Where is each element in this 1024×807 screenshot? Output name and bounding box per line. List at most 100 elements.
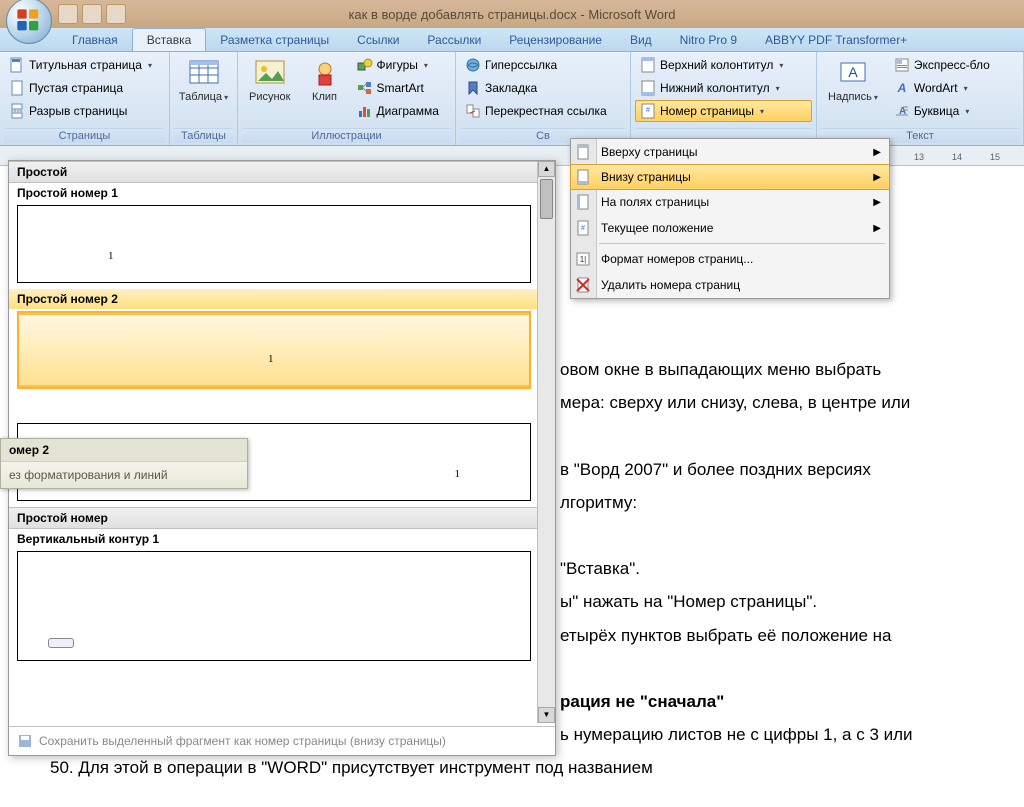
clip-icon <box>309 57 341 89</box>
group-text: AНадпись▾ Экспресс-бло AWordArt▾ AБуквиц… <box>817 52 1024 145</box>
qat-redo-icon[interactable] <box>106 4 126 24</box>
menu-remove-numbers[interactable]: Удалить номера страниц <box>571 272 889 298</box>
menu-current-position[interactable]: #Текущее положение▶ <box>571 215 889 241</box>
doc-text: 50. Для этой в операции в "WORD" присутс… <box>50 754 984 781</box>
doc-text: етырёх пунктов выбрать её положение на <box>560 622 984 649</box>
table-icon <box>188 57 220 89</box>
menu-label: Формат номеров страниц... <box>601 252 753 266</box>
title-page-button[interactable]: Титульная страница▾ <box>4 54 157 76</box>
gallery-group-simple: Простой <box>9 161 555 183</box>
hyperlink-button[interactable]: Гиперссылка <box>460 54 612 76</box>
tab-mailings[interactable]: Рассылки <box>413 29 495 51</box>
doc-heading: рация не "сначала" <box>560 688 984 715</box>
gallery-tooltip: омер 2 ез форматирования и линий <box>0 438 248 489</box>
menu-top-of-page[interactable]: Вверху страницы▶ <box>571 139 889 165</box>
menu-label: Текущее положение <box>601 221 713 235</box>
doc-text <box>560 422 984 449</box>
wordart-button[interactable]: AWordArt▾ <box>889 77 995 99</box>
tab-layout[interactable]: Разметка страницы <box>206 29 343 51</box>
tab-view[interactable]: Вид <box>616 29 666 51</box>
scroll-up-icon[interactable]: ▲ <box>538 161 555 177</box>
tab-home[interactable]: Главная <box>58 29 132 51</box>
gallery-scrollbar[interactable]: ▲ ▼ <box>537 161 555 723</box>
title-page-icon <box>9 57 25 73</box>
page-number-button[interactable]: #Номер страницы▾ <box>635 100 812 122</box>
gallery-item-1-label: Простой номер 1 <box>9 183 555 203</box>
wordart-label: WordArt <box>914 81 958 95</box>
tab-insert[interactable]: Вставка <box>132 28 207 51</box>
chart-icon <box>357 103 373 119</box>
qat-save-icon[interactable] <box>58 4 78 24</box>
title-page-label: Титульная страница <box>29 58 142 72</box>
ruler-tick: 15 <box>990 152 1000 162</box>
tab-references[interactable]: Ссылки <box>343 29 413 51</box>
shapes-button[interactable]: Фигуры▾ <box>352 54 444 76</box>
page-number-icon: # <box>640 103 656 119</box>
gallery-item-2-preview[interactable]: 1 <box>17 311 531 389</box>
tab-abbyy[interactable]: ABBYY PDF Transformer+ <box>751 29 921 51</box>
menu-format-numbers[interactable]: 1| Формат номеров страниц... <box>571 246 889 272</box>
header-button[interactable]: Верхний колонтитул▾ <box>635 54 812 76</box>
doc-text: овом окне в выпадающих меню выбрать <box>560 356 984 383</box>
crossref-icon <box>465 103 481 119</box>
hyperlink-icon <box>465 57 481 73</box>
smartart-icon <box>357 80 373 96</box>
bookmark-button[interactable]: Закладка <box>460 77 612 99</box>
tab-nitro[interactable]: Nitro Pro 9 <box>666 29 751 51</box>
dropcap-label: Буквица <box>914 104 960 118</box>
save-icon <box>17 733 33 749</box>
page-bottom-icon <box>575 169 591 185</box>
gallery-item-1-preview[interactable]: 1 <box>17 205 531 283</box>
footer-button[interactable]: Нижний колонтитул▾ <box>635 77 812 99</box>
bookmark-label: Закладка <box>485 81 537 95</box>
group-pages-label: Страницы <box>4 128 165 143</box>
smartart-label: SmartArt <box>377 81 424 95</box>
title-bar: как в ворде добавлять страницы.docx - Mi… <box>0 0 1024 28</box>
wordart-icon: A <box>894 80 910 96</box>
page-break-button[interactable]: Разрыв страницы <box>4 100 157 122</box>
scroll-thumb[interactable] <box>540 179 553 219</box>
group-illustrations-label: Иллюстрации <box>242 128 451 143</box>
menu-label: На полях страницы <box>601 195 709 209</box>
menu-page-margins[interactable]: На полях страницы▶ <box>571 189 889 215</box>
menu-label: Удалить номера страниц <box>601 278 740 292</box>
group-links: Гиперссылка Закладка Перекрестная ссылка… <box>456 52 631 145</box>
ribbon-tabs: Главная Вставка Разметка страницы Ссылки… <box>0 28 1024 52</box>
menu-bottom-of-page[interactable]: Внизу страницы▶ <box>570 164 890 190</box>
blank-page-button[interactable]: Пустая страница <box>4 77 157 99</box>
table-button[interactable]: Таблица▾ <box>172 54 235 106</box>
gallery-footer-label: Сохранить выделенный фрагмент как номер … <box>39 734 446 748</box>
ruler-tick: 13 <box>914 152 924 162</box>
doc-text: ь нумерацию листов не с цифры 1, а с 3 и… <box>560 721 984 748</box>
qat-undo-icon[interactable] <box>82 4 102 24</box>
svg-text:1|: 1| <box>580 255 587 264</box>
textbox-button[interactable]: AНадпись▾ <box>821 54 885 106</box>
picture-button[interactable]: Рисунок <box>242 54 298 106</box>
footer-label: Нижний колонтитул <box>660 81 770 95</box>
chart-label: Диаграмма <box>377 104 439 118</box>
textbox-icon: A <box>837 57 869 89</box>
gallery-save-selection[interactable]: Сохранить выделенный фрагмент как номер … <box>9 726 555 755</box>
remove-icon <box>575 277 591 293</box>
doc-text: "Вставка". <box>560 555 984 582</box>
tooltip-title: омер 2 <box>1 439 247 462</box>
crossref-button[interactable]: Перекрестная ссылка <box>460 100 612 122</box>
dropcap-button[interactable]: AБуквица▾ <box>889 100 995 122</box>
window-title: как в ворде добавлять страницы.docx - Mi… <box>348 7 675 22</box>
tab-review[interactable]: Рецензирование <box>495 29 616 51</box>
scroll-down-icon[interactable]: ▼ <box>538 707 555 723</box>
office-button[interactable] <box>6 0 52 44</box>
clip-button[interactable]: Клип <box>302 54 348 106</box>
group-tables-label: Таблицы <box>174 128 233 143</box>
shapes-label: Фигуры <box>377 58 418 72</box>
gallery-item-3-preview[interactable] <box>17 551 531 661</box>
chart-button[interactable]: Диаграмма <box>352 100 444 122</box>
doc-text: ы" нажать на "Номер страницы". <box>560 588 984 615</box>
bookmark-icon <box>465 80 481 96</box>
blank-page-icon <box>9 80 25 96</box>
textbox-label: Надпись <box>828 91 872 103</box>
quickparts-button[interactable]: Экспресс-бло <box>889 54 995 76</box>
smartart-button[interactable]: SmartArt <box>352 77 444 99</box>
menu-label: Вверху страницы <box>601 145 697 159</box>
header-label: Верхний колонтитул <box>660 58 773 72</box>
